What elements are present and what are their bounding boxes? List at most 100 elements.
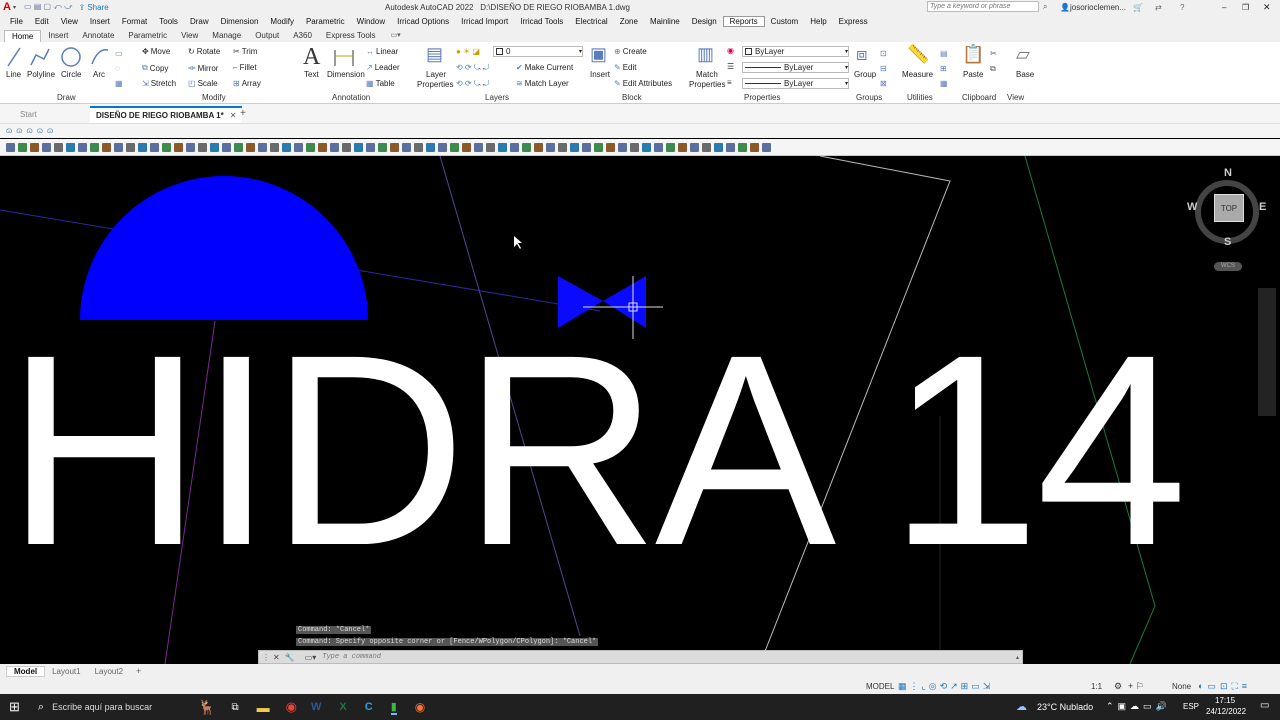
group-label[interactable]: Group xyxy=(854,70,876,79)
irricad-tool-icon[interactable] xyxy=(150,142,159,152)
irricad-tool-icon[interactable] xyxy=(414,142,423,152)
layout-tab-layout1[interactable]: Layout1 xyxy=(45,667,87,676)
irricad-tool-icon[interactable] xyxy=(558,142,567,152)
tab-parametric[interactable]: Parametric xyxy=(121,30,174,42)
annotation-scale[interactable]: 1:1 xyxy=(1091,682,1102,691)
app-icon-c[interactable]: C xyxy=(365,701,373,713)
irricad-tool-icon[interactable] xyxy=(678,142,687,152)
ucs-menu[interactable]: WCS xyxy=(1214,262,1242,271)
irricad-tool-icon[interactable] xyxy=(342,142,351,152)
new-tab-button[interactable]: + xyxy=(240,108,246,119)
properties-panel-label[interactable]: Properties xyxy=(744,93,780,102)
word-icon[interactable]: W xyxy=(311,701,321,713)
view-panel-label[interactable]: View xyxy=(1007,93,1024,102)
color-wheel-icon[interactable]: ◉ xyxy=(727,46,734,55)
windows-start-icon[interactable]: ⊞ xyxy=(9,699,20,715)
irricad-tool-icon[interactable] xyxy=(570,142,579,152)
help-search-input[interactable] xyxy=(927,1,1039,12)
layer-properties-label-2[interactable]: Properties xyxy=(417,80,453,89)
irricad-tool-icon[interactable] xyxy=(102,142,111,152)
status-right-icons[interactable]: ◐▭⊡⛶≡ xyxy=(1198,681,1251,692)
close-tab-icon[interactable]: ✕ xyxy=(230,111,237,120)
menu-item-format[interactable]: Format xyxy=(116,17,153,26)
menu-item-view[interactable]: View xyxy=(55,17,84,26)
tab-manage[interactable]: Manage xyxy=(205,30,248,42)
command-input[interactable] xyxy=(322,651,1016,663)
color-dropdown[interactable]: ByLayer ▾ xyxy=(742,46,849,57)
app-menu-arrow-icon[interactable]: ▾ xyxy=(13,4,16,11)
layer-properties-icon[interactable]: ▤ xyxy=(426,44,443,65)
menu-item-edit[interactable]: Edit xyxy=(29,17,55,26)
rotate-button[interactable]: ↻ Rotate xyxy=(188,47,220,56)
irricad-tool-icon[interactable] xyxy=(210,142,219,152)
annotation-visibility-icons[interactable]: + ⚐ xyxy=(1128,681,1144,692)
copy-button[interactable]: ⧉ Copy xyxy=(142,63,168,73)
irricad-tool-icon[interactable] xyxy=(402,142,411,152)
irricad-toolbar-1-icons[interactable]: ɷɷɷɷɷ xyxy=(6,126,57,135)
tab-output[interactable]: Output xyxy=(248,30,286,42)
measure-icon[interactable]: 📏 xyxy=(907,44,929,65)
recent-commands-icon[interactable]: ▭▾ xyxy=(305,653,317,662)
irricad-tool-icon[interactable] xyxy=(546,142,555,152)
draw-small-tools[interactable]: ▭ ◌ ▦ xyxy=(115,46,123,91)
tab-a360[interactable]: A360 xyxy=(286,30,319,42)
draw-panel-label[interactable]: Draw xyxy=(57,93,76,102)
irricad-tool-icon[interactable] xyxy=(126,142,135,152)
irricad-tool-icon[interactable] xyxy=(306,142,315,152)
layer-tool-icons-row3[interactable]: ⟲ ⟳ ⤿ ⤾ xyxy=(456,79,489,89)
lineweight-icon[interactable]: ≡ xyxy=(727,78,732,87)
viewcube-south[interactable]: S xyxy=(1224,236,1231,248)
layers-panel-label[interactable]: Layers xyxy=(485,93,509,102)
move-button[interactable]: ✥ Move xyxy=(142,47,170,56)
menu-item-irricad-import[interactable]: Irricad Import xyxy=(455,17,514,26)
irricad-tool-icon[interactable] xyxy=(6,142,15,152)
tab-insert[interactable]: Insert xyxy=(41,30,75,42)
menu-item-irricad-tools[interactable]: Irricad Tools xyxy=(514,17,569,26)
layout-tab-model[interactable]: Model xyxy=(6,665,46,677)
irricad-tool-icon[interactable] xyxy=(666,142,675,152)
scale-button[interactable]: ◰ Scale xyxy=(188,79,218,88)
tab-view[interactable]: View xyxy=(174,30,205,42)
irricad-tool-icon[interactable] xyxy=(450,142,459,152)
menu-item-reports[interactable]: Reports xyxy=(722,16,765,27)
irricad-tool-icon[interactable] xyxy=(654,142,663,152)
block-panel-label[interactable]: Block xyxy=(622,93,642,102)
restore-window-button[interactable]: ❐ xyxy=(1242,3,1249,12)
drawing-canvas[interactable]: HIDRA 14 N S E W TOP WCS Command: *Cance… xyxy=(0,156,1280,664)
make-current-button[interactable]: ✔ Make Current xyxy=(516,63,573,72)
menu-item-electrical[interactable]: Electrical xyxy=(569,17,613,26)
base-view-icon[interactable]: ▱ xyxy=(1016,44,1030,65)
match-properties-label-1[interactable]: Match xyxy=(696,70,718,79)
irricad-tool-icon[interactable] xyxy=(78,142,87,152)
irricad-tool-icon[interactable] xyxy=(630,142,639,152)
base-view-label[interactable]: Base xyxy=(1016,70,1034,79)
irricad-tool-icon[interactable] xyxy=(642,142,651,152)
menu-item-design[interactable]: Design xyxy=(686,17,723,26)
close-command-line-icon[interactable]: ✕ xyxy=(273,653,280,662)
irricad-tool-icon[interactable] xyxy=(714,142,723,152)
firefox-icon[interactable]: ◉ xyxy=(415,700,425,714)
modify-panel-label[interactable]: Modify xyxy=(202,93,226,102)
irricad-tool-icon[interactable] xyxy=(234,142,243,152)
minimize-window-button[interactable]: – xyxy=(1222,3,1226,12)
file-explorer-icon[interactable]: ▬ xyxy=(257,700,270,715)
irricad-tool-icon[interactable] xyxy=(426,142,435,152)
arc-tool-label[interactable]: Arc xyxy=(93,70,105,79)
menu-item-draw[interactable]: Draw xyxy=(184,17,215,26)
irricad-tool-icon[interactable] xyxy=(30,142,39,152)
line-tool-icon[interactable] xyxy=(7,46,21,68)
fillet-button[interactable]: ⌐ Fillet xyxy=(233,63,257,72)
arc-tool-icon[interactable] xyxy=(90,46,110,66)
mirror-button[interactable]: ⟚ Mirror xyxy=(188,63,218,73)
taskbar-search-input[interactable]: Escribe aquí para buscar xyxy=(52,702,202,712)
linear-button[interactable]: ↔ Linear xyxy=(366,47,398,56)
polyline-tool-icon[interactable] xyxy=(30,47,50,67)
viewcube[interactable]: N S E W TOP WCS xyxy=(1187,167,1268,271)
command-line-grip-icon[interactable]: ⋮ xyxy=(262,653,270,662)
dimension-tool-icon[interactable] xyxy=(333,46,355,68)
irricad-tool-icon[interactable] xyxy=(462,142,471,152)
dimension-tool-label[interactable]: Dimension xyxy=(327,70,365,79)
linetype-dropdown[interactable]: ByLayer ▾ xyxy=(742,62,849,73)
insert-block-label[interactable]: Insert xyxy=(590,70,610,79)
leader-button[interactable]: ↗ Leader xyxy=(366,63,400,72)
